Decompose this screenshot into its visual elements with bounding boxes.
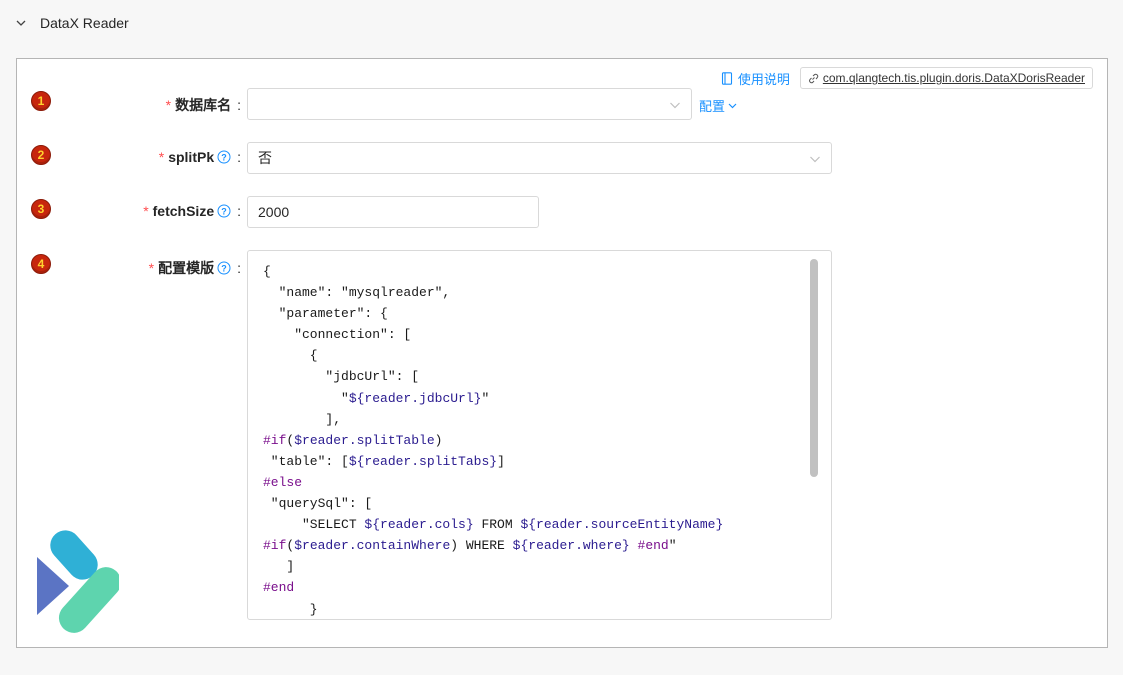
code-line: "${reader.jdbcUrl}": [263, 388, 723, 409]
chevron-down-icon: [670, 102, 680, 109]
code-line: #else: [263, 472, 723, 493]
code-line: "table": [${reader.splitTabs}]: [263, 451, 723, 472]
code-text: ) WHERE: [450, 538, 513, 554]
code-text: ): [434, 432, 443, 448]
code-text: "name": "mysqlreader",: [263, 285, 451, 301]
code-line: "name": "mysqlreader",: [263, 282, 723, 303]
code-variable: $reader.splitTable: [294, 432, 435, 448]
tis-logo-icon: [37, 530, 119, 633]
field-index-badge: 2: [31, 145, 51, 165]
fetchsize-input[interactable]: [247, 196, 539, 228]
book-icon: [721, 71, 732, 85]
configure-dropdown-link[interactable]: 配置: [699, 96, 737, 115]
field-label-database: * 数据库名:: [165, 97, 241, 113]
svg-text:?: ?: [221, 152, 227, 162]
code-text: }: [263, 601, 318, 617]
code-text: {: [263, 348, 318, 364]
code-text: ]: [263, 559, 295, 575]
code-variable: ${reader.where}: [512, 538, 630, 554]
code-line: "parameter": {: [263, 303, 723, 324]
code-text: ": [263, 390, 349, 406]
help-icon[interactable]: ?: [217, 261, 231, 275]
code-text: "jdbcUrl": [: [263, 369, 420, 385]
code-text: "parameter": {: [263, 306, 388, 322]
code-line: {: [263, 345, 723, 366]
code-text: "SELECT: [263, 517, 365, 533]
code-keyword: #end: [637, 538, 669, 554]
field-index-badge: 1: [31, 91, 51, 111]
svg-text:?: ?: [221, 206, 227, 216]
code-variable: ${reader.splitTabs}: [348, 453, 498, 469]
editor-scrollbar[interactable]: [809, 257, 819, 614]
link-icon: [808, 73, 819, 83]
code-text: "table": [: [263, 453, 349, 469]
code-text: ": [481, 390, 490, 406]
code-line: ],: [263, 409, 723, 430]
code-text: {: [263, 264, 271, 279]
config-template-editor[interactable]: { "name": "mysqlreader", "parameter": { …: [247, 250, 832, 620]
code-text: ": [668, 538, 677, 554]
field-label-config-template: * 配置模版 ? :: [148, 260, 241, 276]
code-text: "querySql": [: [263, 496, 373, 512]
code-variable: ${reader.sourceEntityName}: [520, 517, 724, 533]
plugin-class-name: com.qlangtech.tis.plugin.doris.DataXDori…: [822, 71, 1085, 85]
code-variable: ${reader.cols}: [364, 517, 474, 533]
code-line: #if($reader.splitTable): [263, 430, 723, 451]
help-icon[interactable]: ?: [217, 150, 231, 164]
code-line: }: [263, 599, 723, 620]
field-label-splitpk: * splitPk ? :: [158, 149, 241, 165]
reader-config-panel: 使用说明 com.qlangtech.tis.plugin.doris.Data…: [16, 58, 1108, 648]
plugin-topbar: 使用说明 com.qlangtech.tis.plugin.doris.Data…: [721, 67, 1093, 89]
code-keyword: #if: [263, 538, 287, 554]
code-keyword: #else: [263, 474, 303, 490]
usage-doc-label: 使用说明: [737, 71, 790, 87]
plugin-class-tag[interactable]: com.qlangtech.tis.plugin.doris.DataXDori…: [799, 67, 1093, 89]
code-line: #end: [263, 577, 723, 598]
code-text: ],: [263, 411, 342, 427]
code-keyword: #end: [263, 580, 295, 596]
chevron-down-icon: [810, 156, 820, 163]
section-header-datax-reader[interactable]: DataX Reader: [0, 0, 1123, 46]
code-line: "jdbcUrl": [: [263, 366, 723, 387]
code-variable: $reader.containWhere: [294, 538, 451, 554]
field-index-badge: 3: [31, 199, 51, 219]
section-title: DataX Reader: [40, 15, 129, 31]
field-index-badge: 4: [31, 254, 51, 274]
code-keyword: #if: [263, 432, 287, 448]
code-line: ]: [263, 556, 723, 577]
chevron-down-icon: [16, 20, 26, 26]
svg-text:?: ?: [221, 263, 227, 273]
code-variable: ${reader.jdbcUrl}: [348, 390, 482, 406]
code-line: #if($reader.containWhere) WHERE ${reader…: [263, 535, 723, 556]
splitpk-select[interactable]: 否: [247, 142, 832, 174]
database-name-select[interactable]: [247, 88, 692, 120]
code-line: "SELECT ${reader.cols} FROM ${reader.sou…: [263, 514, 723, 535]
help-icon[interactable]: ?: [217, 204, 231, 218]
code-line: "querySql": [: [263, 493, 723, 514]
code-line: "connection": [: [263, 324, 723, 345]
code-text: FROM: [473, 517, 521, 533]
code-line: {: [263, 261, 723, 282]
usage-doc-link[interactable]: 使用说明: [721, 69, 790, 88]
code-text: ]: [497, 453, 505, 469]
code-text: "connection": [: [263, 327, 412, 343]
template-code: { "name": "mysqlreader", "parameter": { …: [263, 261, 723, 620]
chevron-down-icon: [728, 103, 737, 109]
field-label-fetchsize: * fetchSize ? :: [143, 203, 241, 219]
editor-scrollbar-thumb[interactable]: [810, 259, 818, 477]
